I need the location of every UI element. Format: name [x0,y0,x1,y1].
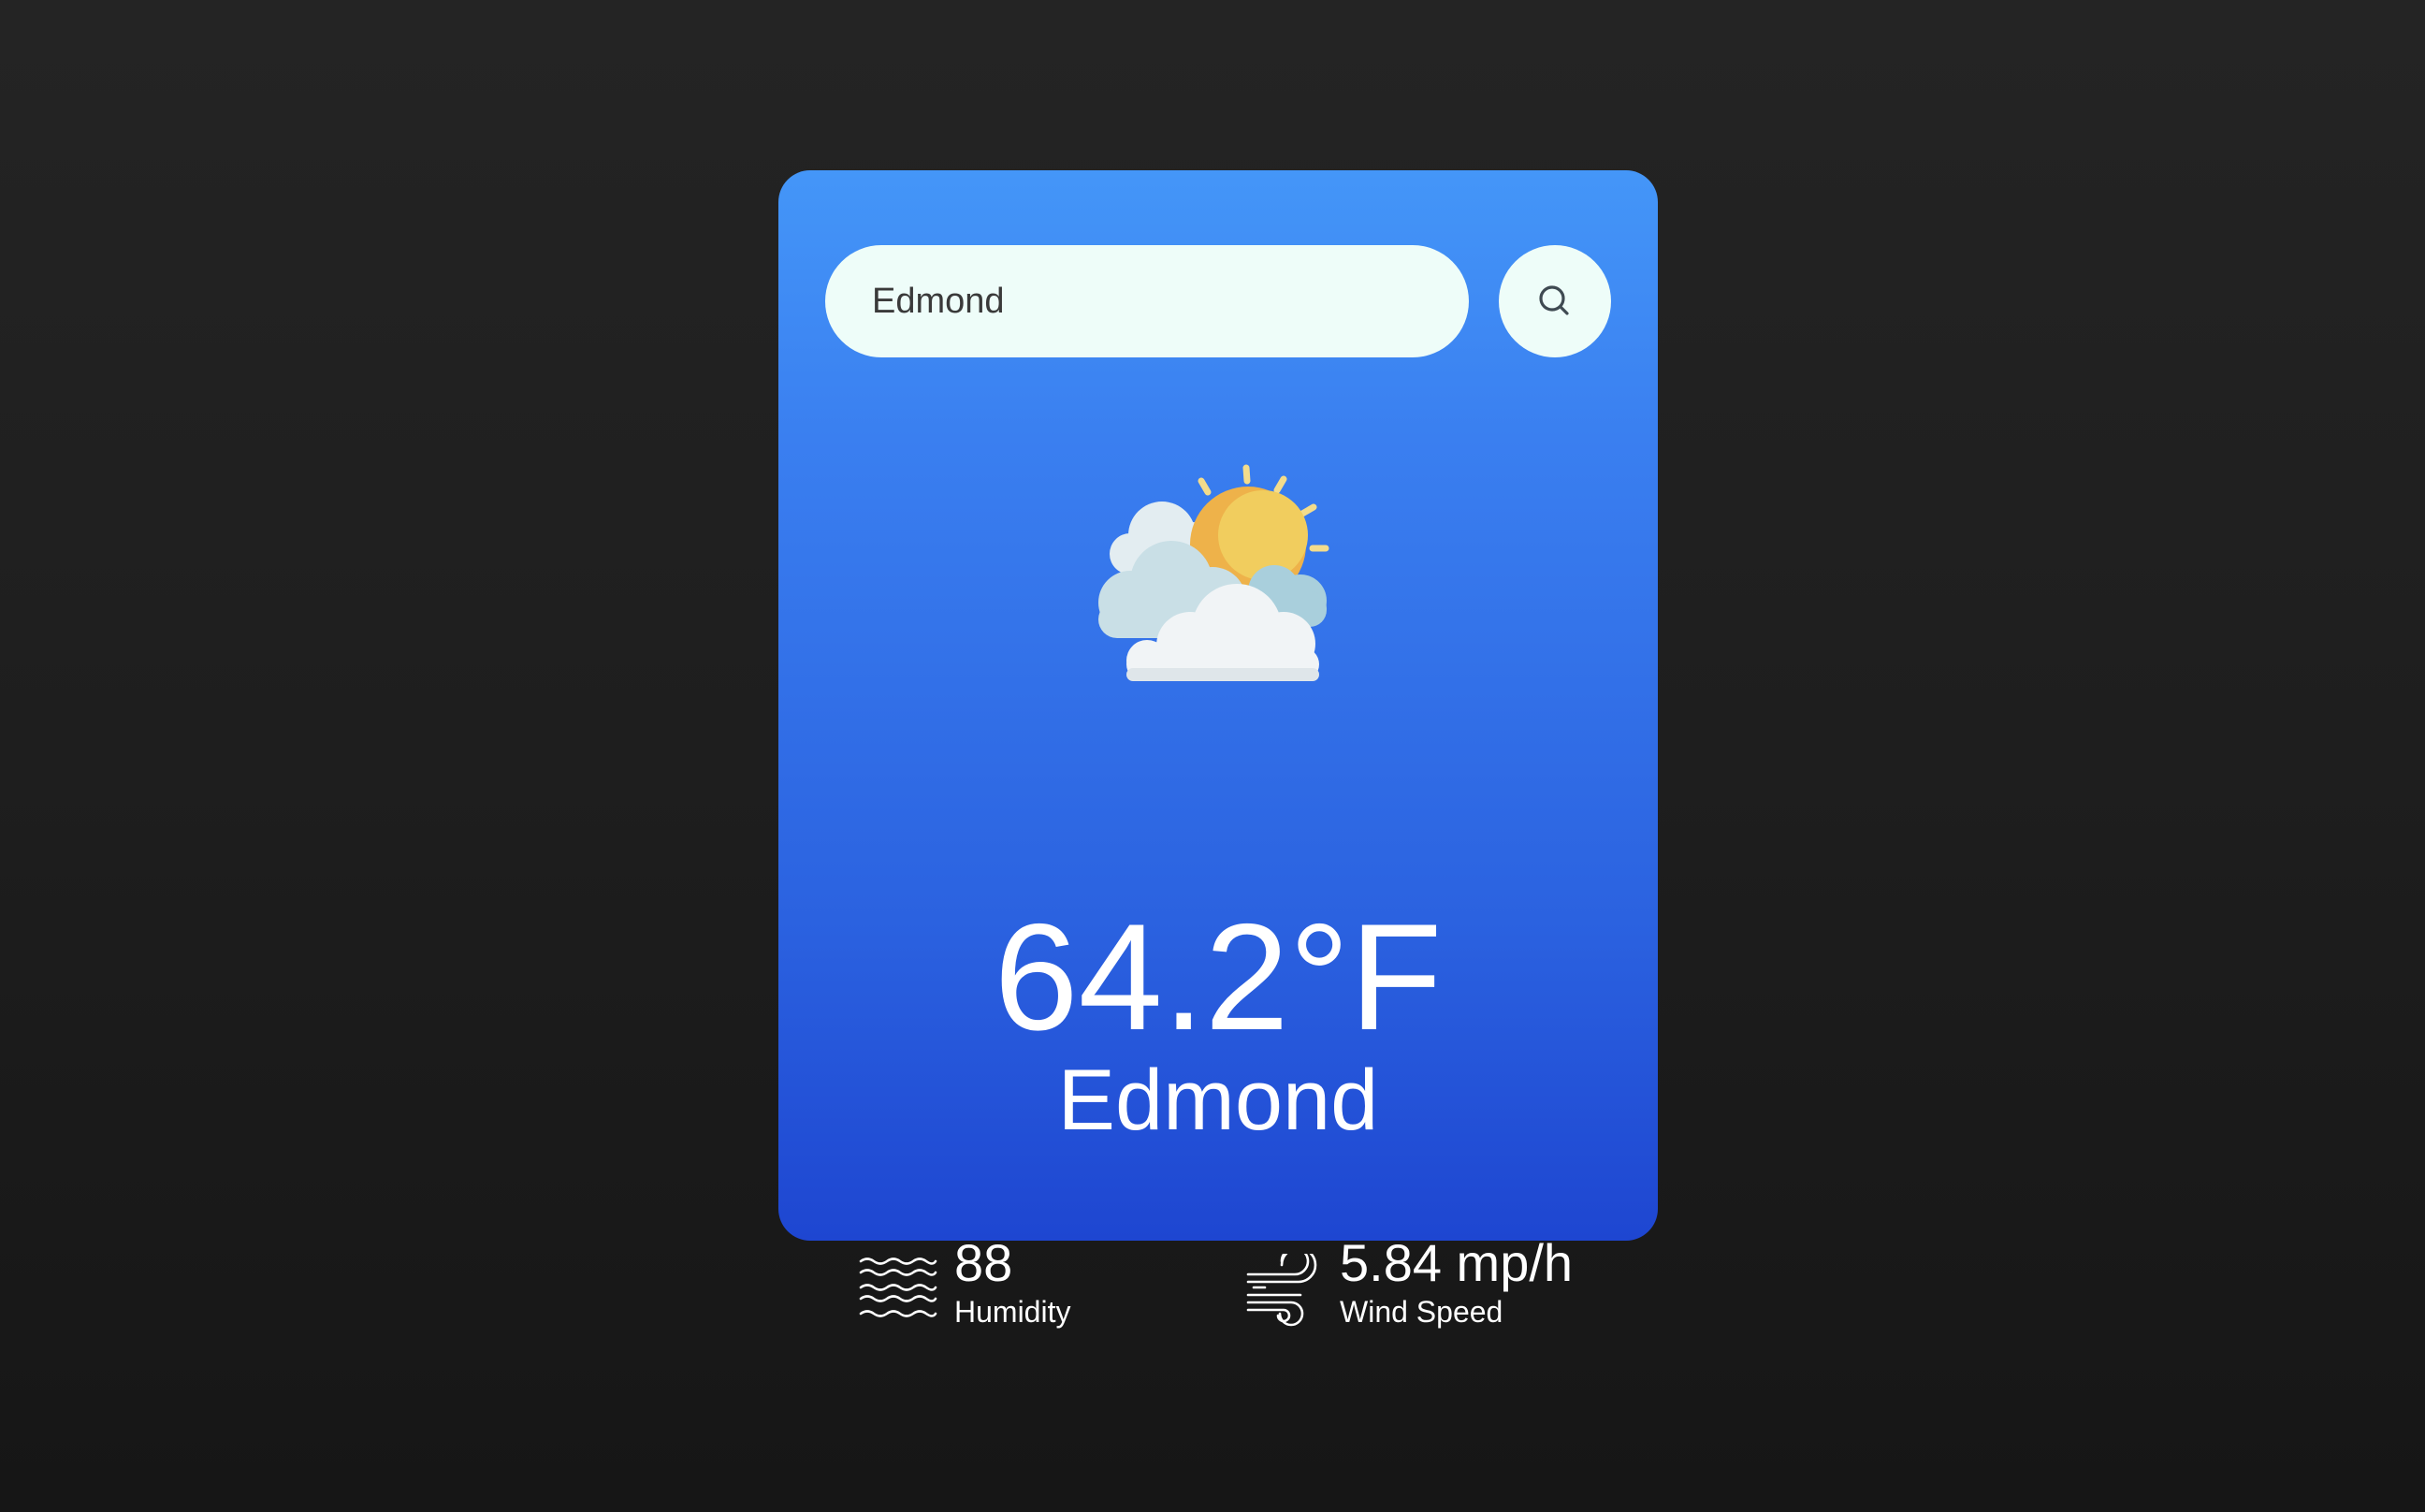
humidity-label: Humidity [954,1295,1071,1329]
search-bar [825,245,1611,357]
humidity-waves-icon [859,1254,937,1326]
wind-speed-value: 5.84 mp/h [1340,1233,1574,1292]
wind-speed-label: Wind Speed [1340,1295,1503,1329]
wind-icon [1246,1246,1325,1335]
search-button[interactable] [1499,245,1611,357]
city-search-input[interactable] [825,245,1469,357]
partly-cloudy-sun-icon [1087,460,1349,685]
search-icon [1536,283,1574,320]
weather-card: 64.2°F Edmond 88 Humidity [778,170,1658,1327]
temperature: 64.2°F [994,893,1443,1062]
city-name: Edmond [1057,1053,1379,1148]
humidity-value: 88 [954,1233,1013,1292]
